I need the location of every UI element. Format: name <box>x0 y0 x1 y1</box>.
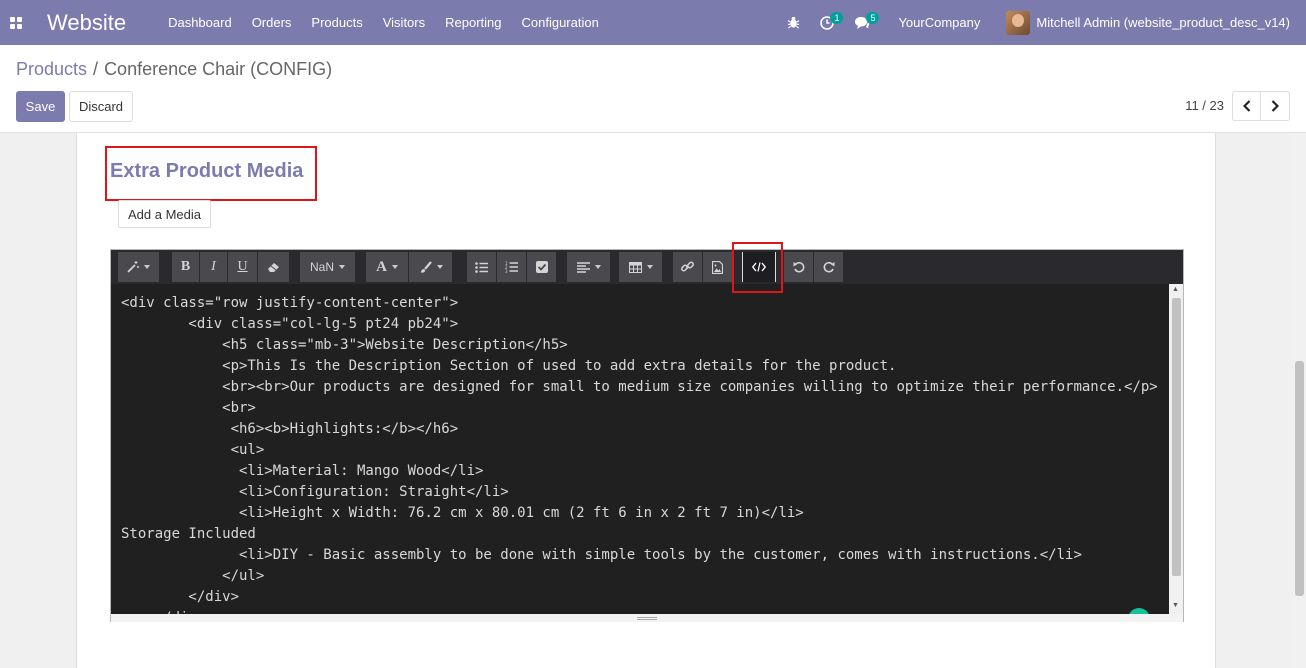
top-navbar: Website Dashboard Orders Products Visito… <box>0 0 1306 45</box>
breadcrumb-separator: / <box>93 59 99 79</box>
scroll-up-icon[interactable]: ▲ <box>1172 286 1179 293</box>
breadcrumb-current: Conference Chair (CONFIG) <box>104 59 333 79</box>
undo-button[interactable] <box>784 252 814 282</box>
code-scrollbar[interactable]: ▲ ▼ <box>1169 284 1183 614</box>
checklist-button[interactable] <box>527 252 557 282</box>
user-avatar <box>1006 10 1031 35</box>
pager-buttons <box>1232 91 1290 121</box>
pager-value[interactable]: 11 / 23 <box>1185 98 1224 113</box>
html-source-code[interactable]: <div class="row justify-content-center">… <box>111 284 1169 614</box>
list-ul-icon <box>475 261 488 273</box>
highlight-box-code-button <box>732 242 783 293</box>
bold-icon: B <box>180 259 191 274</box>
svg-text:3: 3 <box>505 269 508 273</box>
italic-button[interactable]: I <box>200 252 228 282</box>
main-menu: Dashboard Orders Products Visitors Repor… <box>158 0 609 45</box>
align-left-icon <box>576 261 590 273</box>
paint-brush-icon <box>420 260 432 273</box>
apps-menu-icon[interactable] <box>10 16 22 29</box>
table-icon <box>628 261 642 273</box>
redo-icon <box>823 261 834 273</box>
redo-button[interactable] <box>814 252 844 282</box>
chevron-down-icon <box>436 265 443 269</box>
breadcrumb: Products / Conference Chair (CONFIG) <box>16 59 332 80</box>
html-editor: B I U NaN A 123 <div class="row justify-… <box>110 249 1184 622</box>
user-name: Mitchell Admin (website_product_desc_v14… <box>1036 15 1290 30</box>
chevron-down-icon <box>339 265 345 269</box>
save-button[interactable]: Save <box>16 91 65 122</box>
ordered-list-button[interactable]: 123 <box>497 252 527 282</box>
menu-reporting[interactable]: Reporting <box>435 0 511 45</box>
form-sheet: Extra Product Media Add a Media B I U Na… <box>76 133 1216 668</box>
activity-count-badge: 1 <box>830 12 844 24</box>
menu-products[interactable]: Products <box>301 0 372 45</box>
font-color-icon: A <box>376 258 387 275</box>
menu-orders[interactable]: Orders <box>242 0 302 45</box>
editor-resize-handle[interactable] <box>111 614 1183 622</box>
activity-clock-icon[interactable]: 1 <box>810 0 844 45</box>
chevron-down-icon <box>594 265 601 269</box>
link-icon <box>681 261 694 271</box>
page-scrollbar[interactable] <box>1293 133 1306 668</box>
control-panel: Products / Conference Chair (CONFIG) Sav… <box>0 45 1306 133</box>
font-size-dropdown[interactable]: NaN <box>300 252 356 282</box>
insert-media-button[interactable] <box>703 252 733 282</box>
add-media-button[interactable]: Add a Media <box>118 200 211 228</box>
insert-link-button[interactable] <box>673 252 703 282</box>
grip-icon <box>637 616 657 620</box>
navbar-systray: 1 5 YourCompany Mitchell Admin (website_… <box>777 0 1306 45</box>
bold-button[interactable]: B <box>172 252 200 282</box>
list-ol-icon: 123 <box>505 261 518 273</box>
chevron-down-icon <box>144 265 150 269</box>
italic-icon: I <box>211 259 216 274</box>
file-image-icon <box>712 260 723 274</box>
background-color-dropdown[interactable] <box>409 252 453 282</box>
menu-dashboard[interactable]: Dashboard <box>158 0 242 45</box>
pager-next-button[interactable] <box>1261 91 1290 121</box>
messages-chat-icon[interactable]: 5 <box>844 0 888 45</box>
chevron-down-icon <box>391 265 398 269</box>
code-scrollbar-thumb[interactable] <box>1172 298 1181 576</box>
user-menu[interactable]: Mitchell Admin (website_product_desc_v14… <box>996 0 1306 45</box>
eraser-icon <box>267 263 279 272</box>
chevron-right-icon <box>1271 100 1279 112</box>
pager-previous-button[interactable] <box>1232 91 1261 121</box>
undo-icon <box>793 261 804 273</box>
font-color-dropdown[interactable]: A <box>366 252 409 282</box>
clear-format-button[interactable] <box>258 252 290 282</box>
underline-icon: U <box>237 259 248 274</box>
chevron-down-icon <box>646 265 653 269</box>
paragraph-align-dropdown[interactable] <box>567 252 611 282</box>
scroll-down-icon[interactable]: ▼ <box>1172 602 1179 609</box>
breadcrumb-products-link[interactable]: Products <box>16 59 87 80</box>
section-title: Extra Product Media <box>110 160 304 182</box>
style-dropdown[interactable] <box>118 252 160 282</box>
debug-bug-icon[interactable] <box>777 0 810 45</box>
app-title: Website <box>47 9 127 35</box>
page-scrollbar-thumb[interactable] <box>1295 361 1304 596</box>
discard-button[interactable]: Discard <box>69 91 133 122</box>
chevron-left-icon <box>1242 100 1250 112</box>
company-switcher[interactable]: YourCompany <box>888 0 996 45</box>
table-dropdown[interactable] <box>619 252 663 282</box>
messages-count-badge: 5 <box>866 12 880 24</box>
underline-button[interactable]: U <box>228 252 258 282</box>
editor-toolbar: B I U NaN A 123 <box>111 250 1183 284</box>
checkbox-icon <box>535 261 548 273</box>
magic-wand-icon <box>127 261 139 273</box>
code-editor-area[interactable]: <div class="row justify-content-center">… <box>111 284 1169 614</box>
menu-visitors[interactable]: Visitors <box>373 0 435 45</box>
unordered-list-button[interactable] <box>467 252 497 282</box>
menu-configuration[interactable]: Configuration <box>512 0 609 45</box>
font-size-value: NaN <box>309 260 334 274</box>
